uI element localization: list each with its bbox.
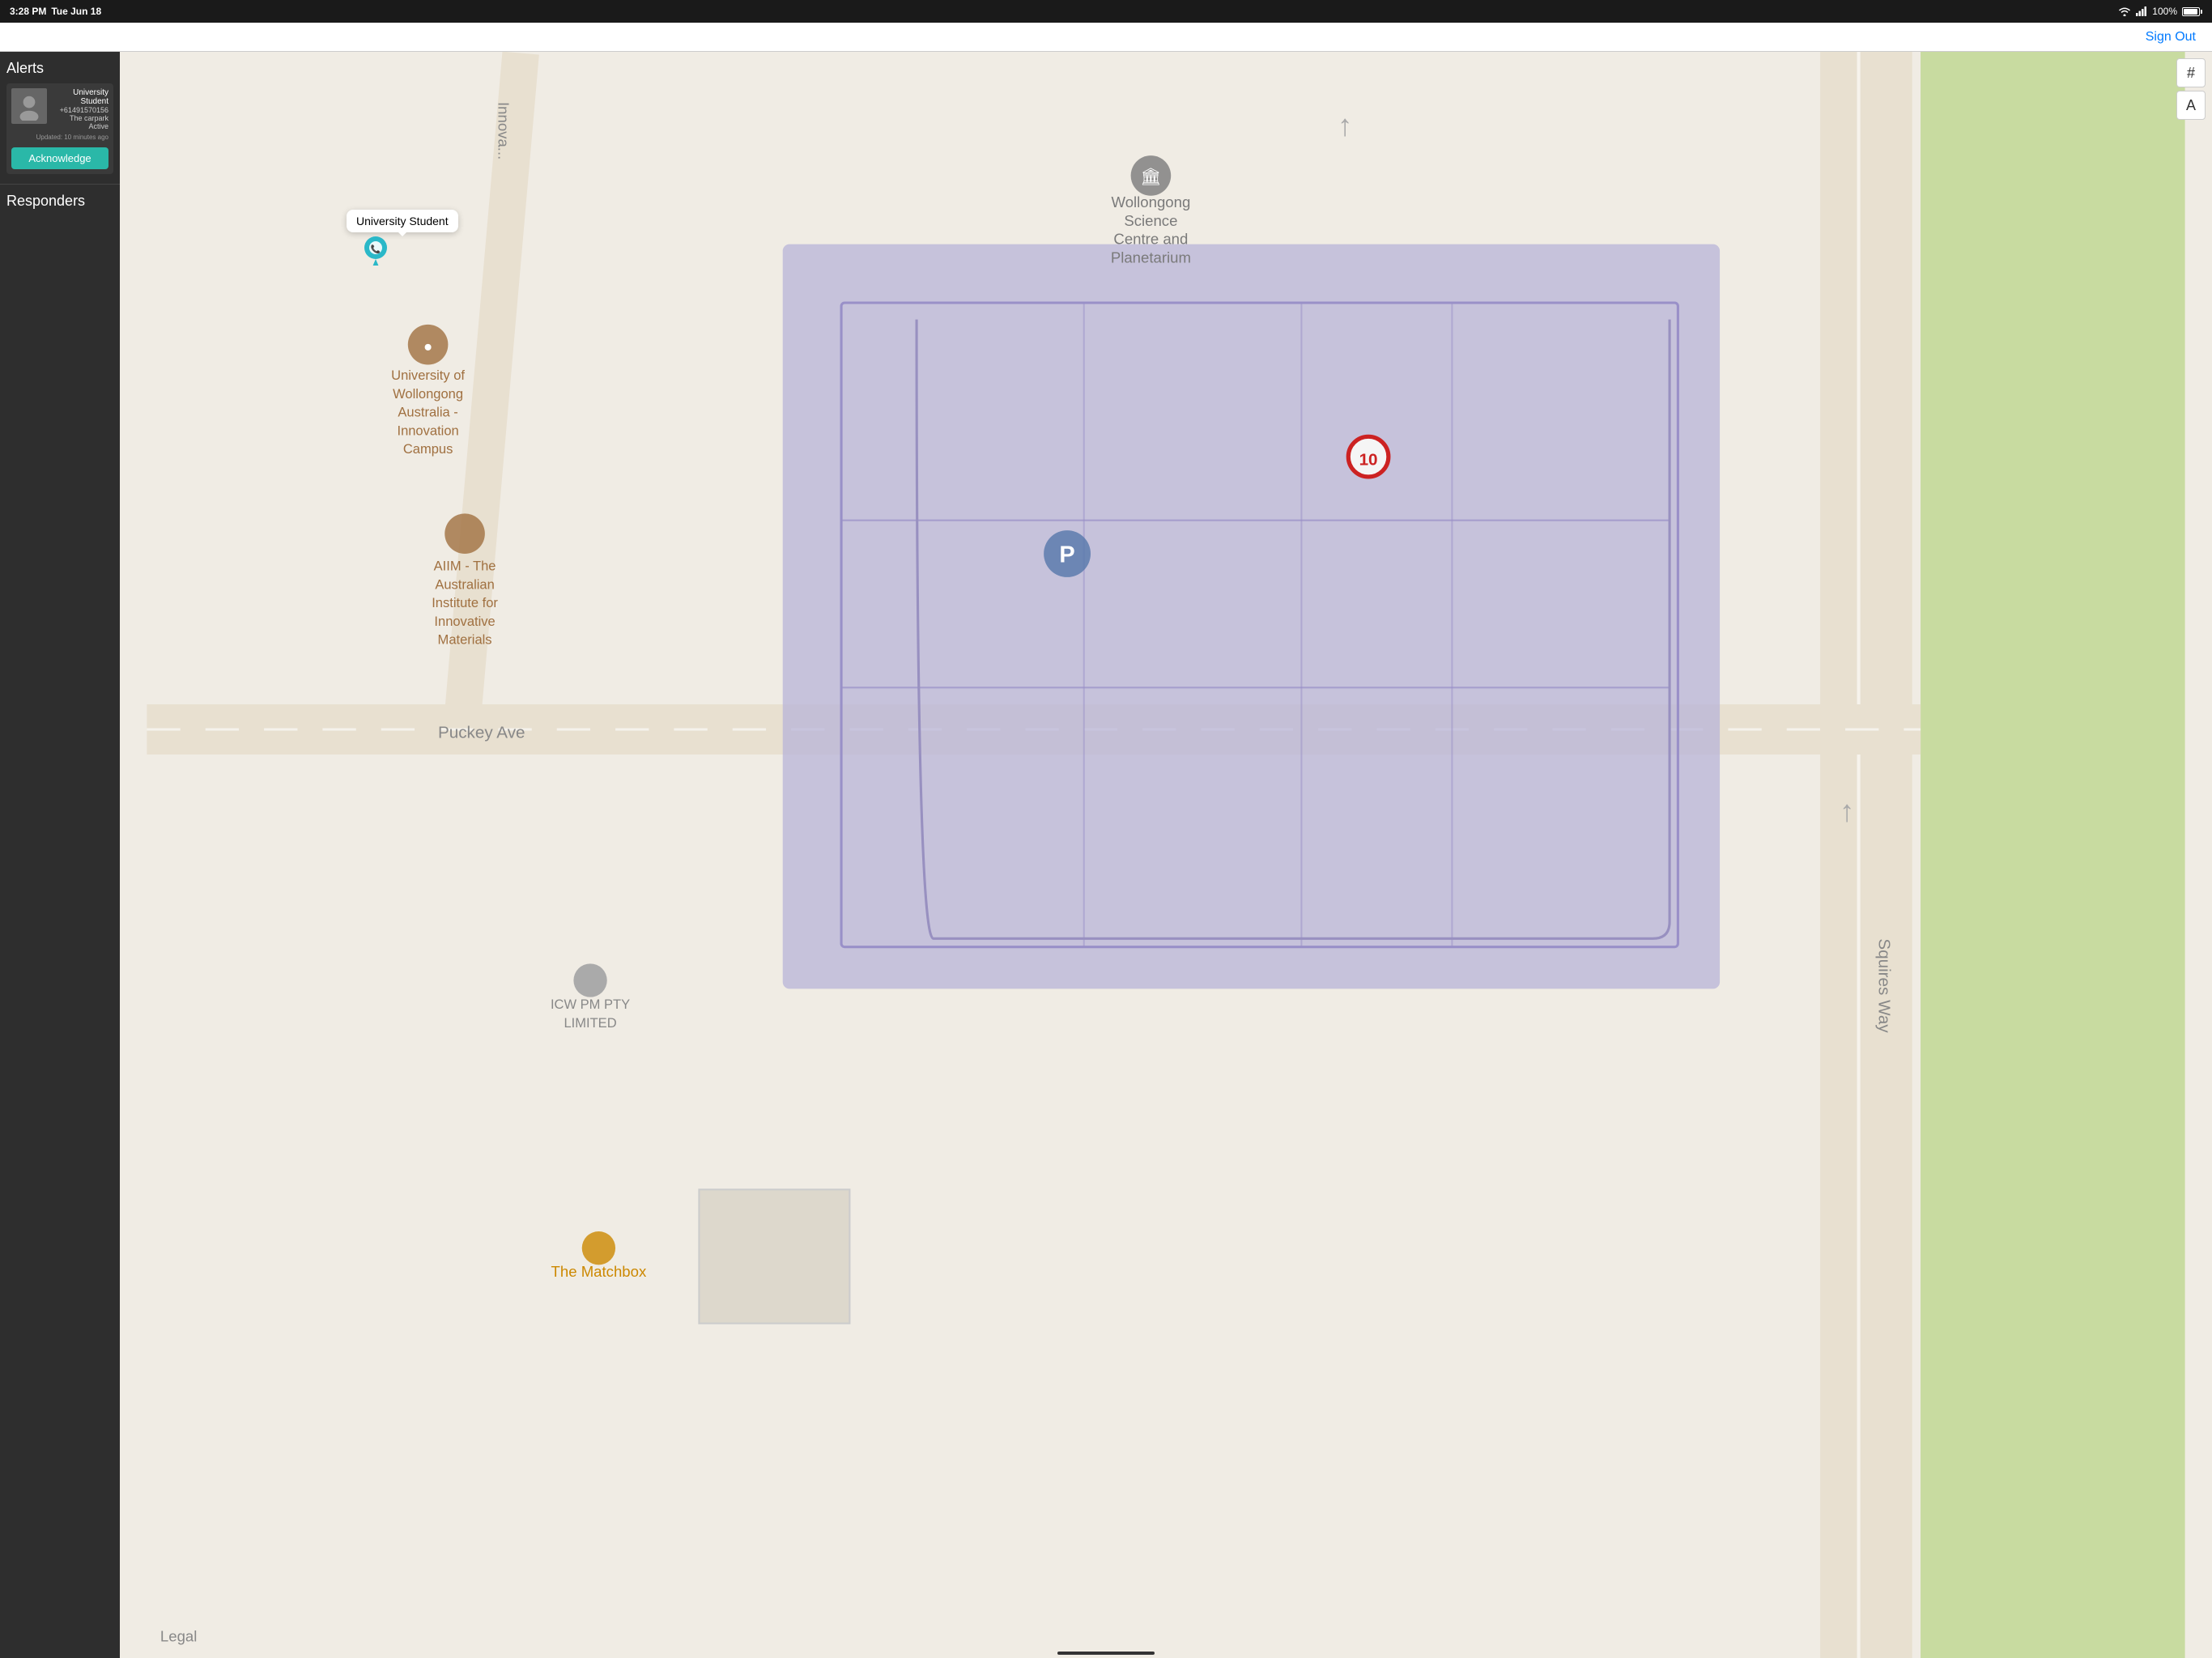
sign-out-button[interactable]: Sign Out [2142,30,2199,45]
svg-text:Australia -: Australia - [398,405,457,420]
alert-location: The carpark [52,114,108,122]
text-control-button[interactable]: A [2176,91,2206,120]
map-background: P 10 ↑ ↑ 🏛 Wollongong Science Centre and… [120,52,2212,1658]
hash-icon: # [2187,65,2195,82]
alert-status: Active [52,122,108,130]
avatar-silhouette [15,91,44,121]
user-callout: University Student [347,210,458,232]
wifi-icon [2118,6,2131,16]
nav-bar: Sign Out [0,23,2212,52]
alert-info: University Student +61491570156 The carp… [52,88,108,130]
alert-name: University Student [52,88,108,106]
svg-text:Centre and: Centre and [1113,231,1188,248]
text-icon: A [2186,97,2196,114]
svg-text:↑: ↑ [1338,108,1353,142]
status-bar: 3:28 PM Tue Jun 18 100% [0,0,2212,23]
alert-updated: Updated: 10 minutes ago [11,134,108,141]
svg-text:The Matchbox: The Matchbox [551,1263,647,1280]
svg-text:Squires Way: Squires Way [1874,938,1893,1033]
svg-text:P: P [1059,542,1074,568]
svg-text:Puckey Ave: Puckey Ave [438,723,525,742]
svg-text:AIIM - The: AIIM - The [434,559,496,574]
status-bar-left: 3:28 PM Tue Jun 18 [10,6,101,17]
svg-text:Wollongong: Wollongong [393,386,463,402]
main-layout: Alerts University Student +61491570156 [0,52,2212,1658]
alert-card: University Student +61491570156 The carp… [6,83,113,174]
avatar [11,88,47,124]
home-indicator [1057,1652,1155,1655]
alerts-section: Alerts University Student +61491570156 [0,52,120,181]
svg-text:Campus: Campus [403,441,453,457]
svg-text:Planetarium: Planetarium [1111,249,1191,266]
signal-icon [2136,6,2147,16]
map-controls: # A [2176,58,2206,120]
svg-text:Australian: Australian [435,576,494,592]
svg-text:Institute for: Institute for [432,595,498,610]
svg-text:University of: University of [391,368,465,383]
svg-text:ICW PM PTY: ICW PM PTY [551,997,630,1012]
svg-text:Innova...: Innova... [495,102,512,159]
battery-icon [2182,7,2202,16]
alerts-title: Alerts [6,60,113,77]
svg-text:Wollongong: Wollongong [1112,193,1191,210]
map-area[interactable]: P 10 ↑ ↑ 🏛 Wollongong Science Centre and… [120,52,2212,1658]
svg-text:🏛: 🏛 [1140,168,1161,186]
alert-phone: +61491570156 [52,106,108,114]
pin-icon: 📞 [364,236,387,266]
status-date: Tue Jun 18 [51,6,101,17]
svg-text:Materials: Materials [438,632,492,648]
hash-control-button[interactable]: # [2176,58,2206,87]
svg-text:Legal: Legal [160,1627,197,1644]
location-pin: 📞 [364,236,387,270]
battery-percentage: 100% [2152,6,2177,17]
callout-label: University Student [356,215,449,227]
svg-text:10: 10 [1359,450,1378,469]
acknowledge-button[interactable]: Acknowledge [11,147,108,169]
svg-text:↑: ↑ [1840,794,1855,828]
svg-text:Innovative: Innovative [434,614,495,629]
svg-text:Science: Science [1124,212,1177,229]
responders-section: Responders [0,184,120,218]
alert-header: University Student +61491570156 The carp… [11,88,108,130]
sidebar: Alerts University Student +61491570156 [0,52,120,1658]
status-time: 3:28 PM [10,6,46,17]
svg-text:LIMITED: LIMITED [564,1015,616,1031]
status-bar-right: 100% [2118,6,2202,17]
svg-text:📞: 📞 [371,244,381,254]
responders-title: Responders [6,193,113,210]
svg-text:●: ● [423,338,432,355]
svg-text:Innovation: Innovation [397,423,458,438]
